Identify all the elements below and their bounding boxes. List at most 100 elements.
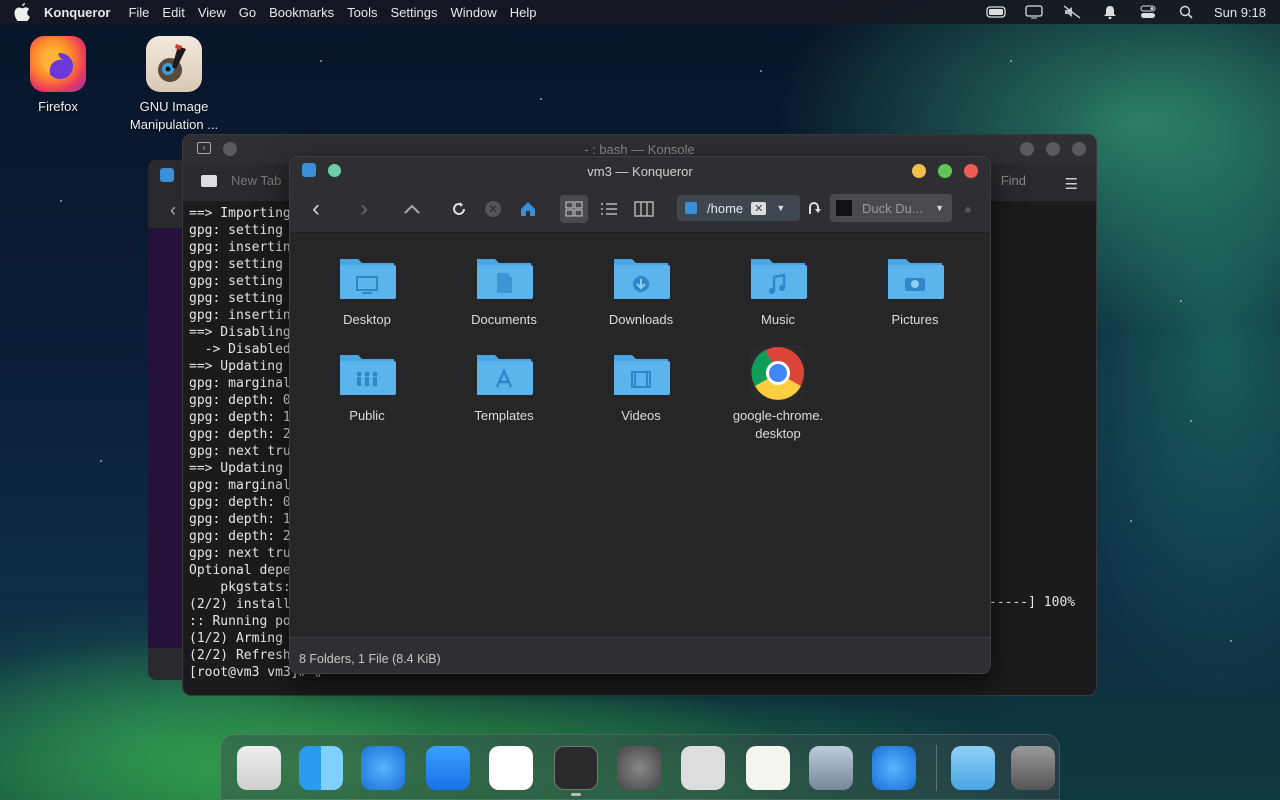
app-name[interactable]: Konqueror (44, 5, 110, 20)
hamburger-menu-icon[interactable]: ☰ (1065, 175, 1078, 193)
photos-icon[interactable] (489, 746, 533, 790)
folder-icon (612, 349, 670, 399)
window-titlebar[interactable]: vm3 — Konqueror (290, 157, 990, 185)
folder-label: Downloads (608, 312, 674, 327)
minimize-button[interactable] (1020, 142, 1034, 156)
progress-tail: -----] 100% (989, 595, 1076, 610)
new-tab-button[interactable]: New Tab (201, 173, 281, 188)
location-bar[interactable]: /home ✕ ▼ (677, 195, 800, 221)
window-title: vm3 — Konqueror (587, 163, 693, 179)
stop-button[interactable]: ✕ (479, 195, 507, 223)
menu-settings[interactable]: Settings (391, 5, 438, 20)
folder-icon (886, 253, 944, 303)
folder-label: Music (761, 312, 795, 327)
textedit-icon[interactable] (746, 746, 790, 790)
window-pin-button[interactable] (223, 142, 237, 156)
chrome-icon (749, 345, 807, 401)
overflow-menu-icon[interactable]: ● (958, 195, 978, 223)
close-button[interactable] (1072, 142, 1086, 156)
konqueror-app-icon (302, 163, 316, 177)
window-app-icon (160, 168, 174, 182)
maximize-button[interactable] (1046, 142, 1060, 156)
folder-item[interactable]: Music (718, 253, 838, 329)
folder-item[interactable]: Documents (444, 253, 564, 329)
up-button[interactable] (398, 195, 426, 223)
folder-icon (749, 253, 807, 303)
folder-item[interactable]: Desktop (307, 253, 427, 329)
folder-icon (612, 253, 670, 303)
konqueror-toolbar: ‹ › ✕ /home ✕ ▼ Duck Du... ▼ ● (290, 185, 990, 233)
folder-icon (475, 253, 533, 303)
home-button[interactable] (514, 195, 542, 223)
apple-menu-icon[interactable] (0, 3, 44, 21)
file-label-line-1: google-chrome. (732, 408, 824, 423)
desktop-icon-firefox[interactable]: Firefox (3, 36, 113, 116)
folder-label: Desktop (343, 312, 391, 327)
home-folder-icon (685, 202, 697, 214)
back-button[interactable]: ‹ (302, 195, 330, 223)
battery-icon[interactable] (986, 5, 1006, 19)
folder-icon (338, 253, 396, 303)
search-icon[interactable] (1176, 5, 1196, 19)
display-icon[interactable] (1024, 5, 1044, 19)
forward-button[interactable]: › (350, 195, 378, 223)
terminal-icon[interactable] (554, 746, 598, 790)
clear-location-icon[interactable]: ✕ (751, 201, 767, 215)
desktop-icon-gimp[interactable]: GNU Image Manipulation ... (119, 36, 229, 134)
minimize-button[interactable] (912, 164, 926, 178)
trash-icon[interactable] (1011, 746, 1055, 790)
folder-label: Pictures (891, 312, 939, 327)
list-view-button[interactable] (595, 195, 623, 223)
preview-icon[interactable] (809, 746, 853, 790)
find-label: Find (1000, 173, 1026, 188)
close-button[interactable] (964, 164, 978, 178)
konsole-app-icon: › (197, 142, 211, 154)
maximize-button[interactable] (938, 164, 952, 178)
clock[interactable]: Sun 9:18 (1214, 5, 1266, 20)
desktop-icon-label: GNU Image Manipulation ... (129, 99, 219, 132)
control-center-icon[interactable] (1138, 5, 1158, 19)
folder-item[interactable]: Videos (581, 349, 701, 425)
menu-view[interactable]: View (198, 5, 226, 20)
folder-item[interactable]: Downloads (581, 253, 701, 329)
dock (220, 734, 1060, 800)
icon-view-button[interactable] (560, 195, 588, 223)
settings-icon[interactable] (617, 746, 661, 790)
go-button[interactable] (802, 195, 826, 223)
reload-button[interactable] (445, 195, 473, 223)
menu-edit[interactable]: Edit (162, 5, 184, 20)
downloads-folder-icon[interactable] (951, 746, 995, 790)
menu-help[interactable]: Help (510, 5, 537, 20)
app-store-icon[interactable] (426, 746, 470, 790)
menu-tools[interactable]: Tools (347, 5, 377, 20)
safari-icon[interactable] (872, 746, 916, 790)
menu-window[interactable]: Window (450, 5, 496, 20)
location-input[interactable]: /home (707, 201, 743, 216)
launchpad-icon[interactable] (237, 746, 281, 790)
file-item[interactable]: google-chrome. desktop (718, 345, 838, 443)
volume-muted-icon[interactable] (1062, 5, 1082, 19)
chevron-down-icon[interactable]: ▼ (935, 203, 944, 213)
firefox-icon (30, 36, 86, 92)
chevron-down-icon[interactable]: ▼ (776, 203, 785, 213)
cassette-icon[interactable] (681, 746, 725, 790)
folder-item[interactable]: Templates (444, 349, 564, 425)
konqueror-window[interactable]: vm3 — Konqueror ‹ › ✕ /home ✕ ▼ Duck Du.… (289, 156, 991, 674)
menu-go[interactable]: Go (239, 5, 256, 20)
search-bar[interactable]: Duck Du... ▼ (830, 194, 952, 222)
window-pin-button[interactable] (328, 163, 341, 177)
folder-item[interactable]: Pictures (855, 253, 975, 329)
menu-file[interactable]: File (128, 5, 149, 20)
file-view[interactable]: Desktop Documents Downloads Music Pictures Pu… (290, 233, 990, 637)
download-icon (633, 276, 649, 292)
safari-icon[interactable] (361, 746, 405, 790)
back-chevron-icon[interactable]: ‹ (170, 200, 176, 221)
search-provider-icon[interactable] (836, 200, 852, 216)
menu-bookmarks[interactable]: Bookmarks (269, 5, 334, 20)
folder-item[interactable]: Public (307, 349, 427, 425)
column-view-button[interactable] (630, 195, 658, 223)
finder-icon[interactable] (299, 746, 343, 790)
notification-bell-icon[interactable] (1100, 5, 1120, 19)
document-icon (497, 273, 512, 293)
new-tab-icon (201, 174, 217, 187)
